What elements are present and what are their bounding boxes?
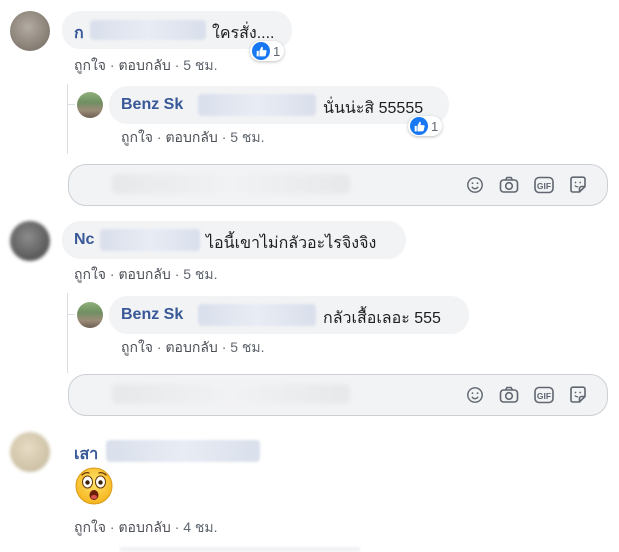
- replier-avatar[interactable]: [77, 92, 103, 118]
- emoji-icon[interactable]: [465, 175, 485, 195]
- separator: ·: [174, 519, 180, 535]
- replier-name[interactable]: Benz Sk: [121, 306, 183, 324]
- redacted-placeholder: [112, 384, 350, 404]
- camera-icon[interactable]: [499, 385, 519, 405]
- like-link[interactable]: ถูกใจ: [121, 129, 153, 145]
- replier-avatar[interactable]: [77, 302, 103, 328]
- separator: ·: [109, 519, 115, 535]
- camera-icon[interactable]: [499, 175, 519, 195]
- like-link[interactable]: ถูกใจ: [74, 57, 106, 73]
- next-item-edge: [120, 547, 360, 552]
- reaction-count: 1: [273, 43, 281, 59]
- emoji-reaction: [74, 466, 114, 506]
- like-link[interactable]: ถูกใจ: [74, 266, 106, 282]
- separator: ·: [109, 266, 115, 282]
- thread-connector: [67, 104, 75, 105]
- comment-text: ไอนี้เขาไม่กลัวอะไรจิงจิง: [206, 235, 377, 252]
- commenter-avatar[interactable]: [10, 432, 50, 472]
- reply-time[interactable]: 5 ชม.: [230, 129, 264, 145]
- redacted-name: [100, 229, 200, 251]
- like-icon: [410, 117, 428, 135]
- gif-label: GIF: [537, 391, 551, 401]
- redacted-name: [198, 94, 316, 116]
- reply-link[interactable]: ตอบกลับ: [165, 339, 217, 355]
- reply-link[interactable]: ตอบกลับ: [118, 519, 170, 535]
- commenter-avatar[interactable]: [10, 11, 50, 51]
- redacted-name: [198, 304, 316, 326]
- like-link[interactable]: ถูกใจ: [121, 339, 153, 355]
- reply-time[interactable]: 5 ชม.: [230, 339, 264, 355]
- commenter-name[interactable]: เสา: [74, 442, 98, 467]
- separator: ·: [221, 339, 227, 355]
- separator: ·: [156, 129, 162, 145]
- separator: ·: [156, 339, 162, 355]
- sticker-icon[interactable]: [568, 385, 588, 405]
- reply-link[interactable]: ตอบกลับ: [118, 266, 170, 282]
- reply-link[interactable]: ตอบกลับ: [118, 57, 170, 73]
- like-icon: [252, 42, 270, 60]
- reply-actions: ถูกใจ · ตอบกลับ · 5 ชม.: [121, 337, 265, 359]
- commenter-name[interactable]: ก: [74, 21, 84, 46]
- redacted-placeholder: [112, 174, 350, 194]
- comment-actions: ถูกใจ · ตอบกลับ · 5 ชม.: [74, 55, 218, 77]
- reaction-badge[interactable]: 1: [408, 116, 443, 136]
- reply-text: นั่นน่ะสิ 55555: [323, 100, 424, 117]
- comment-time[interactable]: 5 ชม.: [183, 57, 217, 73]
- reply-actions: ถูกใจ · ตอบกลับ · 5 ชม.: [121, 127, 265, 149]
- separator: ·: [174, 57, 180, 73]
- reaction-count: 1: [431, 118, 439, 134]
- thread-line: [67, 293, 68, 373]
- comment-actions: ถูกใจ · ตอบกลับ · 5 ชม.: [74, 264, 218, 286]
- replier-name[interactable]: Benz Sk: [121, 96, 183, 114]
- reaction-badge[interactable]: 1: [250, 41, 285, 61]
- thread-line: [67, 84, 68, 154]
- separator: ·: [109, 57, 115, 73]
- separator: ·: [174, 266, 180, 282]
- commenter-name[interactable]: Nc: [74, 231, 94, 249]
- thread-connector: [67, 314, 75, 315]
- separator: ·: [221, 129, 227, 145]
- emoji-icon[interactable]: [465, 385, 485, 405]
- gif-icon[interactable]: GIF: [534, 385, 554, 405]
- comment-time[interactable]: 4 ชม.: [183, 519, 217, 535]
- reply-text: กลัวเสื้อเลอะ 555: [323, 310, 441, 327]
- commenter-avatar[interactable]: [10, 221, 50, 261]
- gif-icon[interactable]: GIF: [534, 175, 554, 195]
- reply-link[interactable]: ตอบกลับ: [165, 129, 217, 145]
- like-link[interactable]: ถูกใจ: [74, 519, 106, 535]
- redacted-name: [106, 440, 260, 462]
- comment-actions: ถูกใจ · ตอบกลับ · 4 ชม.: [74, 517, 218, 539]
- redacted-name: [90, 20, 206, 40]
- gif-label: GIF: [537, 181, 551, 191]
- comment-time[interactable]: 5 ชม.: [183, 266, 217, 282]
- sticker-icon[interactable]: [568, 175, 588, 195]
